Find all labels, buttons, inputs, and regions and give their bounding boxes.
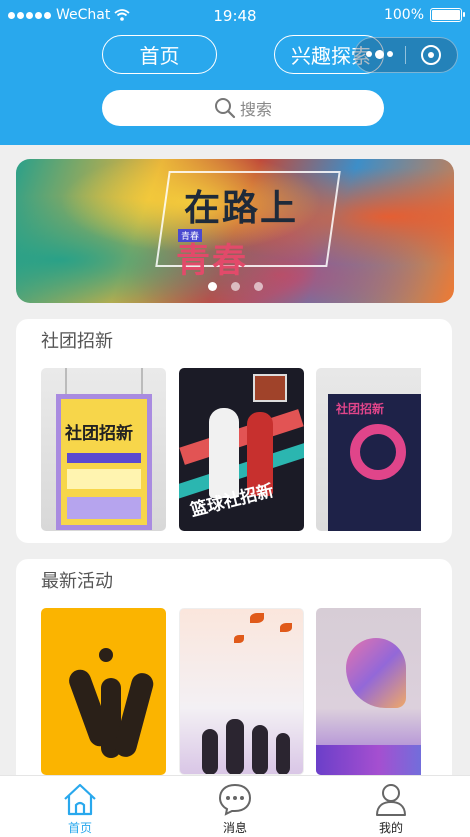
runner-illustration xyxy=(346,638,406,708)
search-icon xyxy=(214,98,236,119)
miniprogram-capsule xyxy=(354,37,458,73)
close-target-icon[interactable] xyxy=(406,45,458,65)
tab-label: 我的 xyxy=(378,821,403,835)
message-icon xyxy=(218,783,252,816)
search-bar[interactable]: 搜索 xyxy=(102,90,384,126)
tab-profile[interactable]: 我的 xyxy=(351,776,431,837)
recruit-card[interactable]: 社团招新 xyxy=(41,368,166,531)
activity-card[interactable] xyxy=(41,608,166,775)
more-icon[interactable] xyxy=(355,50,405,59)
tab-label: 消息 xyxy=(222,821,247,835)
poster-text: 社团招新 xyxy=(336,402,385,416)
recruit-card-list[interactable]: 社团招新 篮球社招新 社团招新 xyxy=(41,368,421,531)
nav-home-button[interactable]: 首页 xyxy=(102,35,217,74)
battery-label: 100% xyxy=(383,7,424,23)
section-title: 最新活动 xyxy=(41,571,113,592)
tab-home[interactable]: 首页 xyxy=(40,776,120,837)
tab-bar: 首页 消息 我的 xyxy=(0,775,470,837)
activity-card-list[interactable] xyxy=(41,608,421,775)
headphones-icon xyxy=(350,424,406,480)
activity-card[interactable] xyxy=(179,608,304,775)
activity-card[interactable] xyxy=(316,608,421,775)
section-title: 社团招新 xyxy=(41,331,113,352)
tab-messages[interactable]: 消息 xyxy=(195,776,275,837)
recruit-section: 社团招新 社团招新 篮球社招新 社团招新 xyxy=(16,319,452,543)
home-icon xyxy=(64,783,96,816)
tab-label: 首页 xyxy=(67,821,92,835)
activity-section: 最新活动 xyxy=(16,559,452,775)
carousel-indicator xyxy=(16,282,454,291)
basketball-hoop-icon xyxy=(253,374,287,402)
carousel-dot[interactable] xyxy=(230,282,240,291)
carousel-dot[interactable] xyxy=(207,282,217,291)
recruit-card[interactable]: 社团招新 xyxy=(316,368,421,531)
banner-subtitle: 青春 xyxy=(176,241,248,281)
poster-text: 社团招新 xyxy=(65,424,133,444)
search-placeholder: 搜索 xyxy=(239,100,272,119)
banner-title: 在路上 xyxy=(184,188,299,229)
carousel-dot[interactable] xyxy=(253,282,263,291)
recruit-card[interactable]: 篮球社招新 xyxy=(179,368,304,531)
status-bar: WeChat 19:48 100% xyxy=(0,0,470,32)
battery-icon xyxy=(430,8,465,22)
user-icon xyxy=(376,784,406,816)
banner-carousel[interactable]: 在路上 青春 青春 xyxy=(16,159,454,303)
header: 首页 兴趣探索 搜索 xyxy=(0,32,470,145)
